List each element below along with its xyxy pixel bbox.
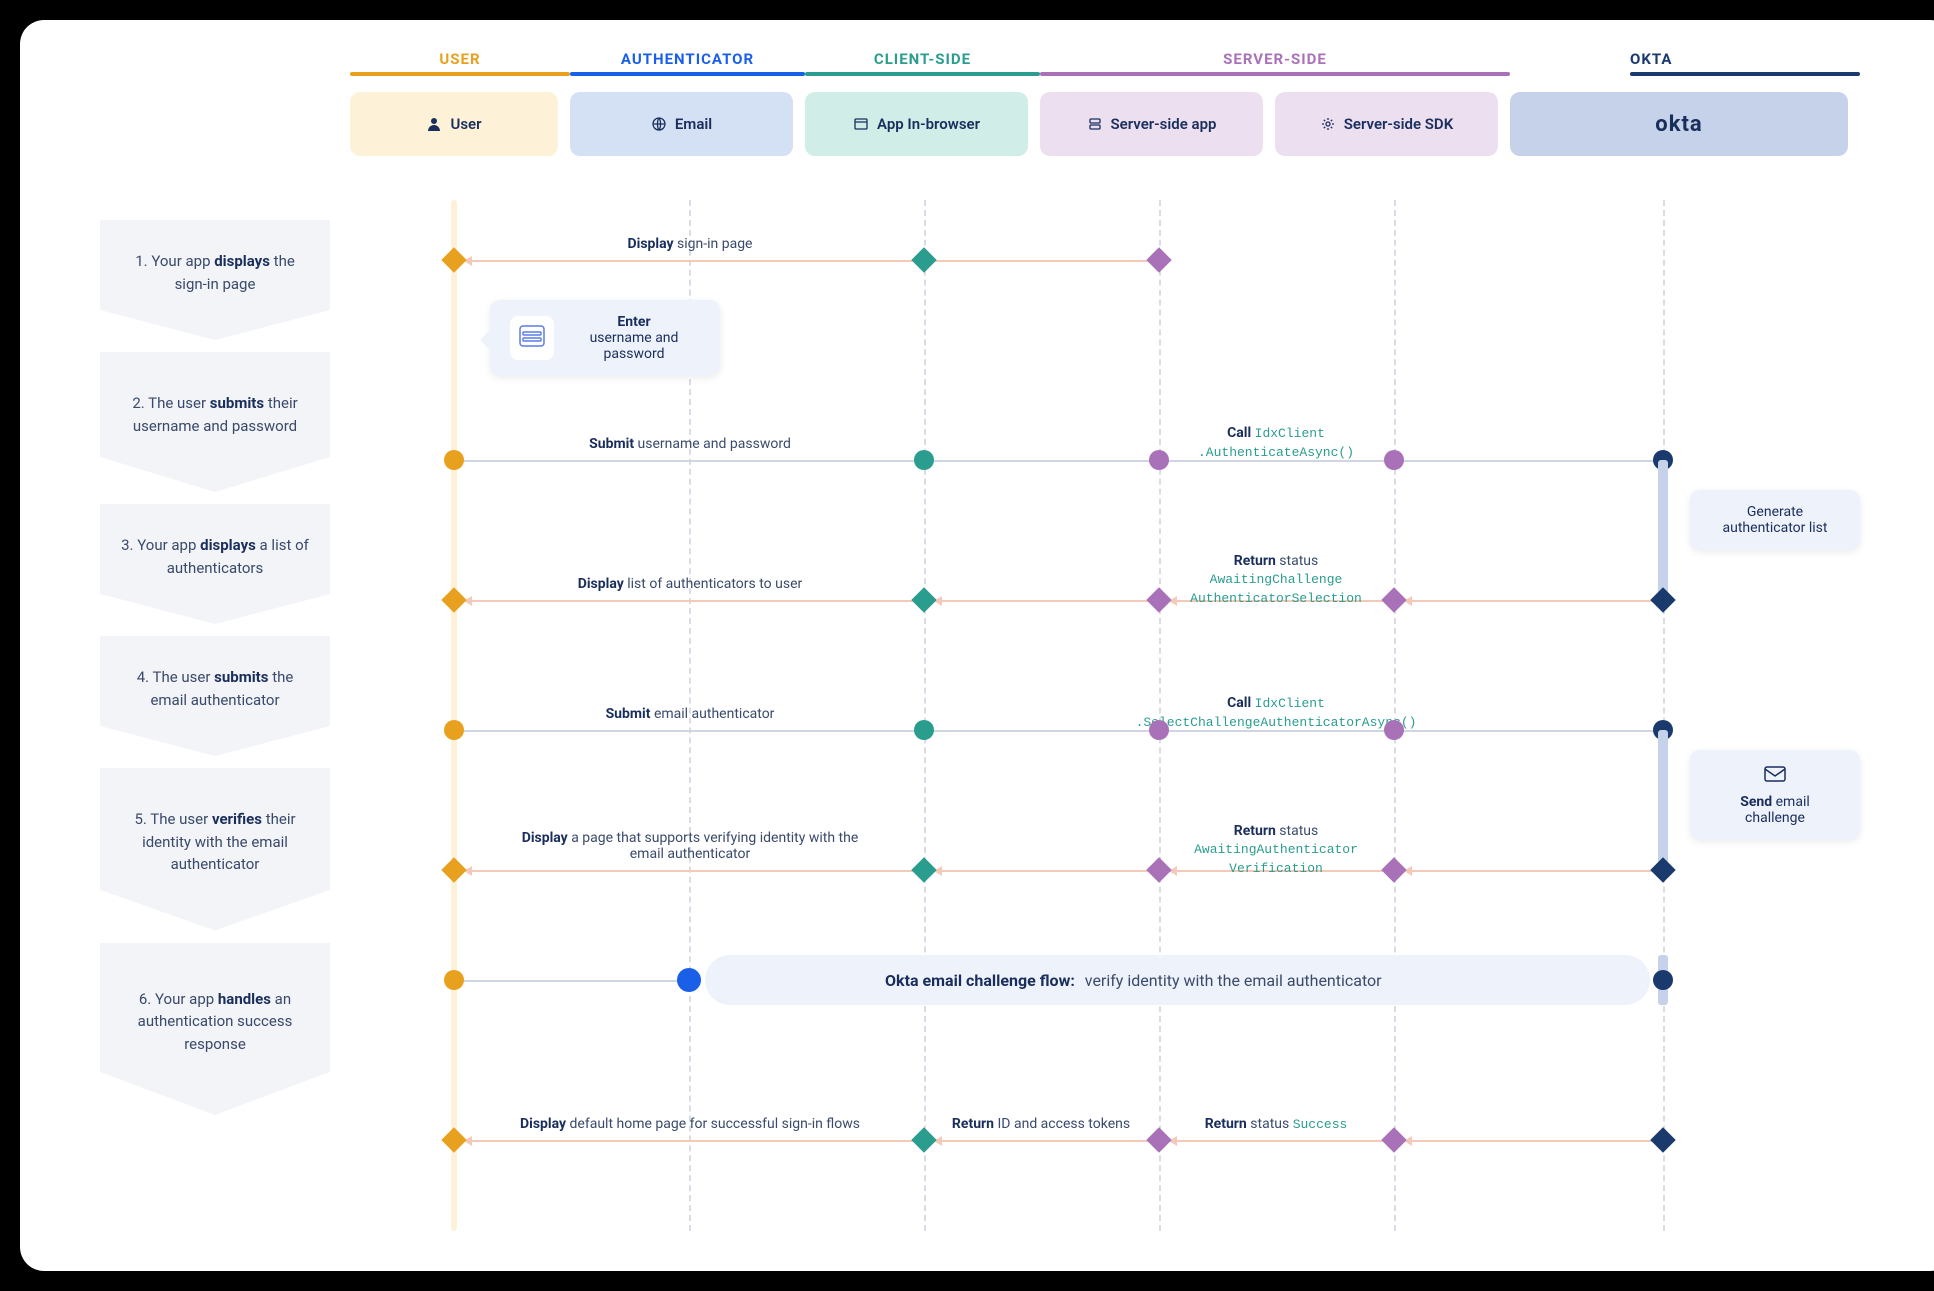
label-r3-return: Return statusAwaitingChallengeAuthentica… <box>1190 552 1362 608</box>
callout-enter: Enterusername and password <box>490 300 720 376</box>
marker-auth-challenge <box>677 968 701 992</box>
challenge-flow-bar: Okta email challenge flow: verify identi… <box>705 955 1650 1005</box>
marker-user-r2 <box>444 450 464 470</box>
arrow-r3 <box>464 600 1663 602</box>
marker-user-r1 <box>441 247 466 272</box>
lane-header-user: USER <box>350 50 570 84</box>
mail-icon <box>1763 764 1787 784</box>
lane-header-server: SERVER-SIDE <box>1040 50 1510 84</box>
step-4: 4. The user submits the email authentica… <box>100 636 330 756</box>
marker-server-r2b <box>1384 450 1404 470</box>
lifeline-okta <box>1663 200 1665 1231</box>
step-2: 2. The user submits their username and p… <box>100 352 330 492</box>
lane-header-client: CLIENT-SIDE <box>805 50 1040 84</box>
label-r1: Display sign-in page <box>628 236 753 252</box>
login-form-icon <box>510 316 554 360</box>
marker-user-r6 <box>441 1127 466 1152</box>
marker-okta-challenge <box>1653 970 1673 990</box>
marker-user-r4 <box>444 720 464 740</box>
lane-box-server-app: Server-side app <box>1040 92 1263 156</box>
step-5: 5. The user verifies their identity with… <box>100 768 330 931</box>
marker-client-r3 <box>911 587 936 612</box>
server-icon <box>1087 116 1103 132</box>
marker-server-r5a <box>1146 857 1171 882</box>
marker-client-r2 <box>914 450 934 470</box>
lane-box-auth: Email <box>570 92 793 156</box>
step-3: 3. Your app displays a list of authentic… <box>100 504 330 624</box>
marker-okta-r5 <box>1650 857 1675 882</box>
marker-client-r6 <box>911 1127 936 1152</box>
activation-okta-2 <box>1658 730 1668 870</box>
label-r5-display: Display a page that supports verifying i… <box>520 830 860 862</box>
marker-okta-r6 <box>1650 1127 1675 1152</box>
lifeline-client <box>924 200 926 1231</box>
callout-generate-list: Generate authenticator list <box>1690 490 1860 550</box>
lane-box-okta: okta <box>1510 92 1848 156</box>
step-1: 1. Your app displays the sign-in page <box>100 220 330 340</box>
label-r2-call: Call IdxClient.AuthenticateAsync() <box>1198 424 1354 462</box>
lanes-header-row: USER AUTHENTICATOR CLIENT-SIDE SERVER-SI… <box>350 50 1914 84</box>
marker-server-r4a <box>1149 720 1169 740</box>
arrow-r5 <box>464 870 1663 872</box>
label-r4-submit: Submit email authenticator <box>606 706 775 722</box>
arrow-r4 <box>454 730 1663 732</box>
label-r6-tokens: Return ID and access tokens <box>952 1116 1130 1132</box>
label-r6-display: Display default home page for successful… <box>520 1116 860 1132</box>
marker-client-r4 <box>914 720 934 740</box>
lane-header-auth: AUTHENTICATOR <box>570 50 805 84</box>
step-6: 6. Your app handles an authentication su… <box>100 943 330 1116</box>
marker-server-r5b <box>1381 857 1406 882</box>
arrow-r2 <box>454 460 1663 462</box>
marker-user-challenge <box>444 970 464 990</box>
callout-pointer <box>480 330 490 350</box>
marker-user-r3 <box>441 587 466 612</box>
marker-server-r1 <box>1146 247 1171 272</box>
diagram-frame: USER AUTHENTICATOR CLIENT-SIDE SERVER-SI… <box>20 20 1934 1271</box>
label-r5-return: Return statusAwaitingAuthenticatorVerifi… <box>1194 822 1358 878</box>
lane-box-server-sdk: Server-side SDK <box>1275 92 1498 156</box>
marker-server-r4b <box>1384 720 1404 740</box>
marker-okta-r3 <box>1650 587 1675 612</box>
user-icon <box>426 116 442 132</box>
marker-server-r2a <box>1149 450 1169 470</box>
marker-client-r5 <box>911 857 936 882</box>
label-r3-display: Display list of authenticators to user <box>578 576 803 592</box>
swimlane-area: Display sign-in page Enterusername and p… <box>350 200 1874 1231</box>
gear-icon <box>1320 116 1336 132</box>
label-r4-call: Call IdxClient.SelectChallengeAuthentica… <box>1136 694 1417 732</box>
arrow-r6 <box>464 1140 1663 1142</box>
arrow-r1 <box>464 260 1159 262</box>
marker-server-r3a <box>1146 587 1171 612</box>
marker-client-r1 <box>911 247 936 272</box>
lane-box-user: User <box>350 92 558 156</box>
lane-boxes-row: User Email App In-browser Server-side ap… <box>350 92 1914 156</box>
marker-server-r3b <box>1381 587 1406 612</box>
marker-server-r6b <box>1381 1127 1406 1152</box>
globe-icon <box>651 116 667 132</box>
browser-icon <box>853 116 869 132</box>
arrow-challenge-left <box>454 980 689 982</box>
callout-send-challenge: Send email challenge <box>1690 750 1860 840</box>
label-r2-submit: Submit username and password <box>589 436 791 452</box>
lane-box-client: App In-browser <box>805 92 1028 156</box>
marker-user-r5 <box>441 857 466 882</box>
marker-server-r6a <box>1146 1127 1171 1152</box>
lane-header-okta: OKTA <box>1510 50 1860 84</box>
steps-column: 1. Your app displays the sign-in page 2.… <box>100 220 330 1127</box>
lifeline-user <box>451 200 457 1231</box>
activation-okta-1 <box>1658 460 1668 600</box>
label-r6-status: Return status Success <box>1205 1116 1348 1132</box>
